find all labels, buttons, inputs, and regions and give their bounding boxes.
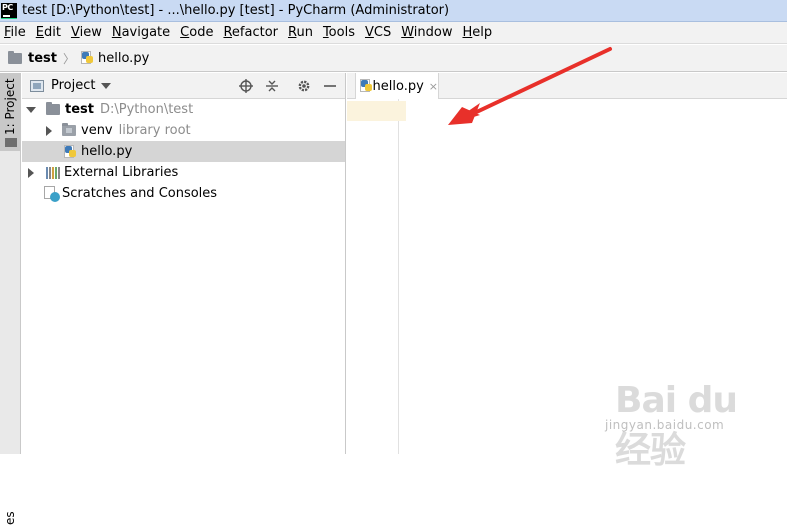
locate-file-icon[interactable] — [237, 77, 255, 95]
left-tool-strip: 1: Project es — [0, 73, 21, 525]
menu-help[interactable]: Help — [458, 25, 498, 40]
menu-run[interactable]: Run — [283, 25, 318, 40]
project-view-icon — [30, 79, 44, 92]
editor-tab-hello-py[interactable]: hello.py × — [355, 73, 439, 99]
collapse-all-icon[interactable] — [263, 77, 281, 95]
project-view-selector[interactable]: Project — [51, 78, 95, 93]
editor-gutter — [347, 99, 399, 454]
close-icon[interactable]: × — [429, 80, 438, 93]
chevron-right-icon[interactable] — [28, 167, 34, 178]
tree-item-hint: library root — [118, 123, 191, 138]
folder-icon — [5, 138, 17, 147]
tree-item-label: External Libraries — [64, 165, 179, 180]
chevron-right-icon[interactable] — [46, 125, 52, 136]
tree-item-label: Scratches and Consoles — [62, 186, 218, 201]
window-title: test [D:\Python\test] - ...\hello.py [te… — [22, 3, 450, 18]
menu-view[interactable]: View — [66, 25, 107, 40]
menu-edit[interactable]: Edit — [31, 25, 66, 40]
pycharm-app-icon: PC — [1, 2, 17, 19]
menu-vcs[interactable]: VCS — [360, 25, 396, 40]
library-icon — [46, 166, 60, 179]
python-file-icon — [64, 144, 77, 159]
menu-bar: File Edit View Navigate Code Refactor Ru… — [0, 22, 787, 44]
title-bar: PC test [D:\Python\test] - ...\hello.py … — [0, 0, 787, 22]
tree-item-venv[interactable]: venv library root — [22, 120, 345, 141]
chevron-down-icon[interactable] — [101, 82, 112, 89]
tree-item-scratches[interactable]: Scratches and Consoles — [22, 183, 345, 204]
chevron-down-icon[interactable] — [26, 106, 36, 113]
menu-file[interactable]: File — [0, 25, 31, 40]
tree-item-label: hello.py — [81, 144, 133, 159]
folder-icon — [46, 102, 60, 115]
breadcrumb-project-label: test — [28, 50, 57, 66]
project-panel: Project test D:\Python\test venv library… — [22, 73, 346, 454]
annotation-arrow — [448, 47, 612, 125]
menu-navigate[interactable]: Navigate — [107, 25, 175, 40]
hide-panel-icon[interactable] — [321, 77, 339, 95]
bottom-tool-label[interactable]: es — [3, 511, 17, 525]
watermark-url: jingyan.baidu.com — [605, 418, 725, 432]
gear-icon[interactable] — [295, 77, 313, 95]
tree-item-label: venv — [81, 123, 113, 138]
breadcrumb-file-label: hello.py — [98, 50, 150, 66]
tree-item-external-libraries[interactable]: External Libraries — [22, 162, 345, 183]
current-line-highlight — [347, 101, 406, 121]
breadcrumb-separator: 〉 — [62, 51, 75, 66]
folder-icon — [8, 50, 22, 64]
menu-window[interactable]: Window — [396, 25, 457, 40]
breadcrumb: test 〉 hello.py — [0, 45, 787, 72]
tree-item-label: test — [65, 102, 94, 117]
tree-item-hello-py[interactable]: hello.py — [22, 141, 345, 162]
python-file-icon — [81, 51, 94, 65]
folder-icon — [62, 123, 76, 136]
breadcrumb-file[interactable]: hello.py — [75, 51, 149, 66]
editor-tab-label: hello.py — [372, 78, 424, 94]
project-tree: test D:\Python\test venv library root he… — [22, 99, 345, 204]
menu-refactor[interactable]: Refactor — [218, 25, 283, 40]
menu-code[interactable]: Code — [175, 25, 218, 40]
tree-item-test[interactable]: test D:\Python\test — [22, 99, 345, 120]
project-tool-label: 1: Project — [3, 78, 17, 135]
scratches-icon — [44, 185, 60, 202]
project-panel-header: Project — [22, 73, 345, 99]
tree-item-path: D:\Python\test — [99, 102, 194, 117]
watermark: Bai du 经验 jingyan.baidu.com — [605, 370, 780, 471]
breadcrumb-project[interactable]: test 〉 — [8, 50, 75, 67]
python-file-icon — [360, 79, 372, 93]
menu-tools[interactable]: Tools — [318, 25, 360, 40]
